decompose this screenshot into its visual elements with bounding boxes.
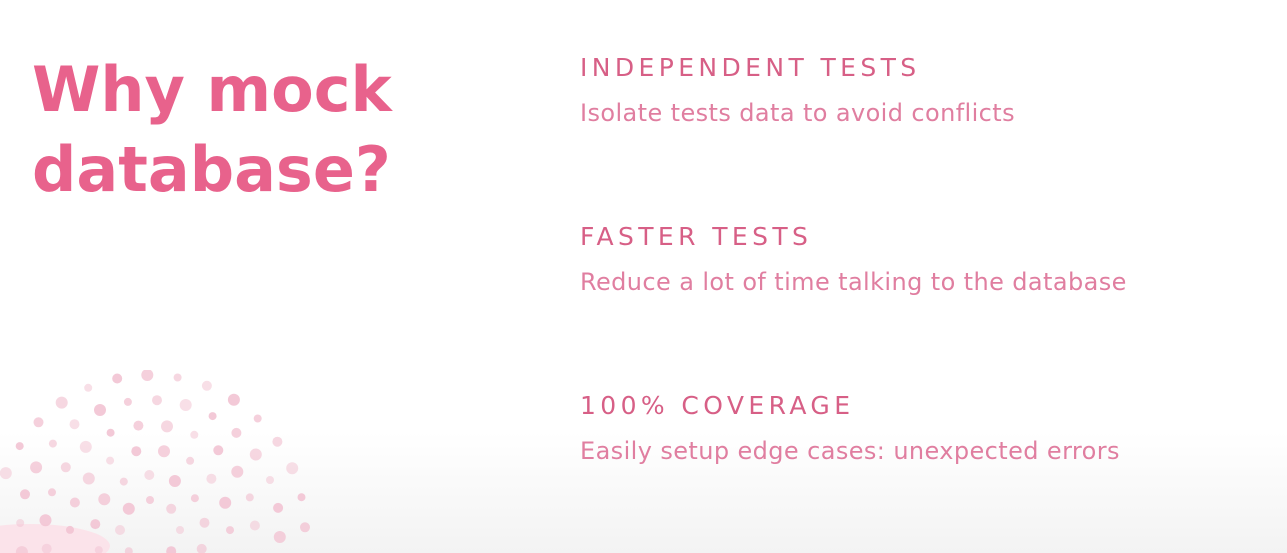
decor-dot (196, 543, 207, 553)
reason-description: Easily setup edge cases: unexpected erro… (580, 437, 1120, 465)
decor-dot (48, 439, 57, 448)
decor-dot (300, 522, 310, 533)
decor-dot (90, 519, 101, 530)
decor-dot (208, 412, 217, 421)
decor-dot (15, 442, 24, 451)
decor-dot (82, 472, 95, 485)
decor-dots (0, 370, 310, 553)
slide-title: Why mock database? (32, 50, 392, 210)
decor-dot (112, 373, 123, 384)
decor-dot (166, 546, 177, 553)
decor-dot (60, 462, 71, 473)
decor-dot (79, 440, 92, 453)
decor-dot (84, 383, 93, 392)
decor-dot (272, 436, 283, 447)
decor-dot (39, 514, 52, 527)
slide: Why mock database? INDEPENDENT TESTS Iso… (0, 0, 1287, 553)
title-line-1: Why mock (32, 53, 392, 126)
reason-description: Isolate tests data to avoid conflicts (580, 99, 1015, 127)
decor-dot (273, 502, 284, 513)
decor-dot (161, 420, 173, 433)
decor-dot (206, 473, 217, 484)
decor-dot (115, 525, 125, 535)
decor-dot (231, 465, 244, 478)
decor-dot (199, 517, 210, 528)
decor-dot (231, 427, 242, 438)
decor-dot (55, 396, 68, 409)
decor-dot (133, 420, 144, 431)
decor-dot (146, 496, 154, 504)
decor-dot (249, 448, 262, 461)
decor-dot (124, 547, 133, 553)
decor-dot (66, 525, 74, 534)
reason-description: Reduce a lot of time talking to the data… (580, 268, 1127, 296)
reason-heading: 100% COVERAGE (580, 391, 855, 420)
title-line-2: database? (32, 133, 391, 206)
decor-dot (245, 493, 254, 502)
decor-dot (186, 456, 195, 465)
decor-dot (226, 526, 234, 535)
decor-dot (144, 470, 155, 480)
reason-heading: INDEPENDENT TESTS (580, 53, 921, 82)
decor-dot (213, 445, 224, 456)
decor-dot (119, 477, 128, 486)
decor-dot (273, 531, 286, 543)
decor-dot (166, 503, 177, 514)
decor-dot (123, 397, 132, 406)
decor-dot (48, 488, 56, 497)
decor-dot (173, 373, 182, 382)
decor-dot (106, 428, 115, 437)
decor-dot (190, 494, 199, 503)
decor-dot (249, 520, 260, 531)
decor-dot (176, 526, 184, 534)
decor-dot (266, 476, 274, 484)
decor-dot (286, 462, 299, 475)
decor-dot (94, 404, 106, 416)
decor-dot (201, 380, 212, 391)
reason-coverage: 100% COVERAGE Easily setup edge cases: u… (580, 388, 1270, 468)
decor-dot (106, 456, 115, 465)
reason-faster-tests: FASTER TESTS Reduce a lot of time talkin… (580, 219, 1270, 299)
decor-dot (16, 519, 25, 527)
decor-dot (253, 414, 262, 423)
decor-dot (158, 445, 170, 458)
decor-dot (219, 496, 232, 509)
decor-dot (168, 475, 181, 487)
decor-dot (20, 489, 30, 500)
decor-dot (0, 467, 12, 480)
dotted-circle-pattern-icon (0, 370, 310, 553)
decor-dot (179, 399, 192, 411)
decor-dot (30, 461, 43, 474)
decor-dot (227, 393, 240, 406)
decor-dot (98, 493, 111, 506)
decor-dot (131, 446, 142, 457)
reason-heading: FASTER TESTS (580, 222, 813, 251)
decor-dot (69, 497, 80, 508)
decor-dot (141, 370, 154, 381)
decor-dot (297, 493, 306, 502)
reason-independent-tests: INDEPENDENT TESTS Isolate tests data to … (580, 50, 1270, 130)
decor-dot (122, 502, 135, 515)
decor-dot (152, 395, 162, 406)
decor-dot (190, 430, 199, 439)
decor-dot (69, 419, 80, 430)
decor-dot (33, 417, 44, 428)
